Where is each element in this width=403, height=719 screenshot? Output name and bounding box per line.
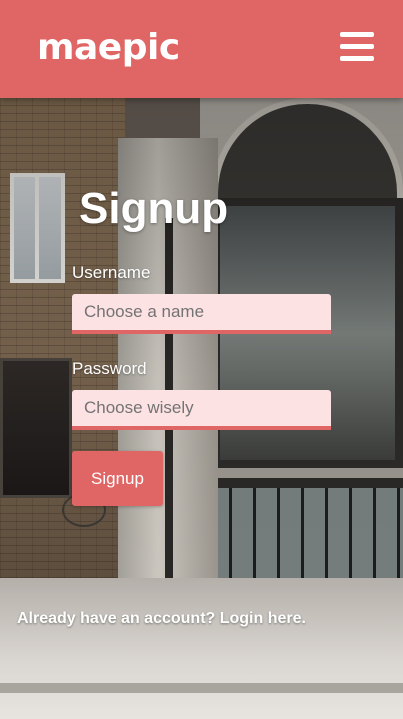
login-link[interactable]: Already have an account? Login here. xyxy=(17,610,306,628)
username-input[interactable] xyxy=(72,294,331,334)
top-navbar: maepic xyxy=(0,0,403,98)
password-input[interactable] xyxy=(72,390,331,430)
page-title: Signup xyxy=(79,184,229,233)
hamburger-menu-icon[interactable] xyxy=(340,32,376,62)
password-label: Password xyxy=(72,359,147,378)
username-label: Username xyxy=(72,263,151,282)
signup-button[interactable]: Signup xyxy=(72,451,163,506)
brand-logo[interactable]: maepic xyxy=(37,27,180,68)
